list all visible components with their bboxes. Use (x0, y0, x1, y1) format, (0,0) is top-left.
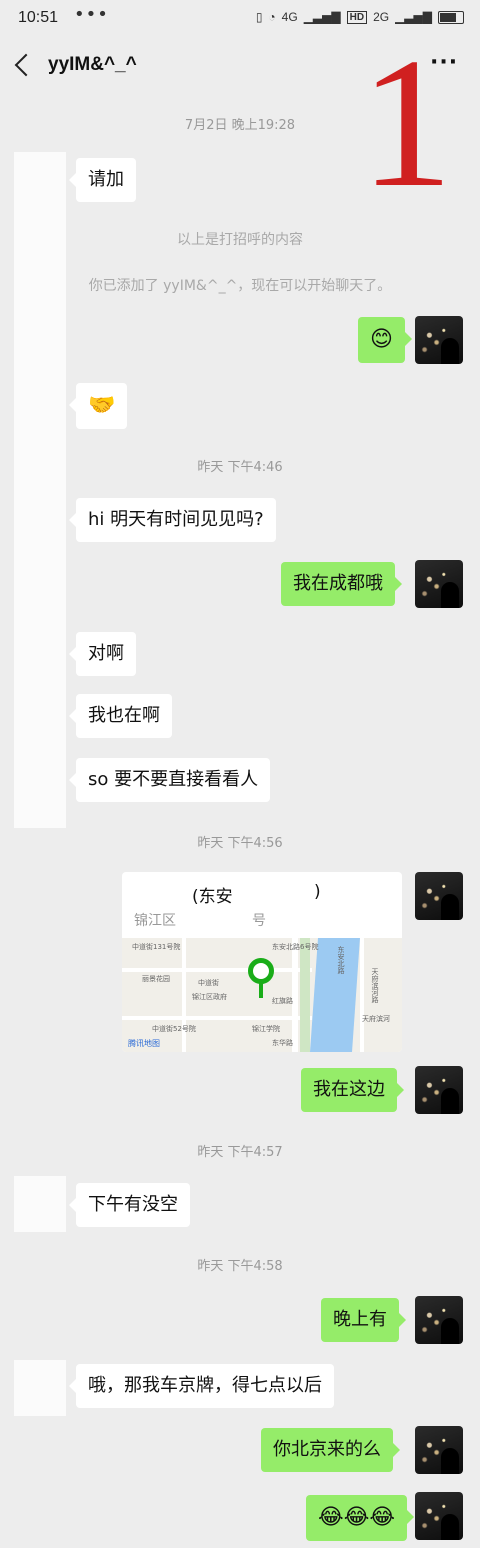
message-bubble[interactable]: 🤝 (68, 383, 128, 429)
wifi-icon: ◔ (268, 10, 276, 24)
location-address-tail: 号 (252, 913, 266, 929)
message-bubble[interactable]: 😊 (358, 317, 412, 363)
message-bubble[interactable]: 请加 (69, 158, 136, 202)
redacted-text (180, 910, 250, 928)
message-bubble[interactable]: 我在这边 (301, 1068, 404, 1112)
avatar[interactable] (415, 1066, 463, 1114)
avatar[interactable] (415, 1492, 463, 1540)
system-message: 你已添加了 yyIM&^_^，现在可以开始聊天了。 (88, 278, 392, 294)
message-bubble[interactable]: 😂😂😂 (306, 1495, 415, 1541)
map-logo: 腾讯地图 (128, 1039, 160, 1048)
message-bubble[interactable]: 我在成都哦 (281, 562, 402, 606)
redacted-text (132, 882, 192, 902)
message-bubble[interactable]: 晚上有 (321, 1298, 406, 1342)
location-name-tail: ) (314, 882, 321, 902)
location-card[interactable]: (东安 ) 锦江区 号 中道街131号院 东安北路6号院 东安北路 天府滨河路 … (122, 872, 402, 1052)
message-bubble[interactable]: 你北京来的么 (261, 1428, 400, 1472)
location-name: (东安 (192, 887, 233, 907)
avatar[interactable] (415, 316, 463, 364)
system-message: 以上是打招呼的内容 (177, 232, 303, 248)
vibrate-icon: ▯ (255, 10, 263, 24)
redacted-avatar (14, 152, 66, 828)
timestamp: 昨天 下午4:56 (197, 836, 283, 851)
timestamp: 昨天 下午4:58 (197, 1259, 283, 1274)
network-4g: 4G (281, 10, 298, 24)
timestamp: 昨天 下午4:46 (197, 460, 283, 475)
redacted-avatar (14, 1176, 66, 1232)
redacted-avatar (14, 1360, 66, 1416)
message-bubble[interactable]: so 要不要直接看看人 (68, 758, 271, 802)
message-bubble[interactable]: 哦，那我车京牌，得七点以后 (69, 1364, 334, 1408)
message-bubble[interactable]: 下午有没空 (69, 1183, 190, 1227)
more-options-icon[interactable]: ··· (430, 50, 458, 75)
status-time: 10:51 (18, 9, 59, 26)
location-pin-icon (248, 958, 274, 984)
message-bubble[interactable]: 对啊 (69, 632, 136, 676)
timestamp: 7月2日 晚上19:28 (184, 118, 296, 133)
map-preview[interactable]: 中道街131号院 东安北路6号院 东安北路 天府滨河路 丽景花园 中道街 锦江区… (122, 938, 402, 1052)
avatar[interactable] (415, 1426, 463, 1474)
signal-icon: ▁▃▅▇ (303, 10, 341, 24)
back-icon[interactable] (14, 53, 38, 77)
avatar[interactable] (415, 1296, 463, 1344)
notification-dots-icon: ••• (74, 4, 109, 25)
redacted-text (246, 882, 312, 902)
avatar[interactable] (415, 560, 463, 608)
location-pin-tail (259, 982, 263, 998)
location-address: 锦江区 (134, 913, 176, 929)
avatar[interactable] (415, 872, 463, 920)
message-bubble[interactable]: 我也在啊 (69, 694, 172, 738)
message-bubble[interactable]: hi 明天有时间见见吗? (69, 498, 276, 542)
timestamp: 昨天 下午4:57 (197, 1145, 283, 1160)
river (310, 938, 360, 1052)
chat-title: yyIM&^_^ (48, 54, 137, 75)
